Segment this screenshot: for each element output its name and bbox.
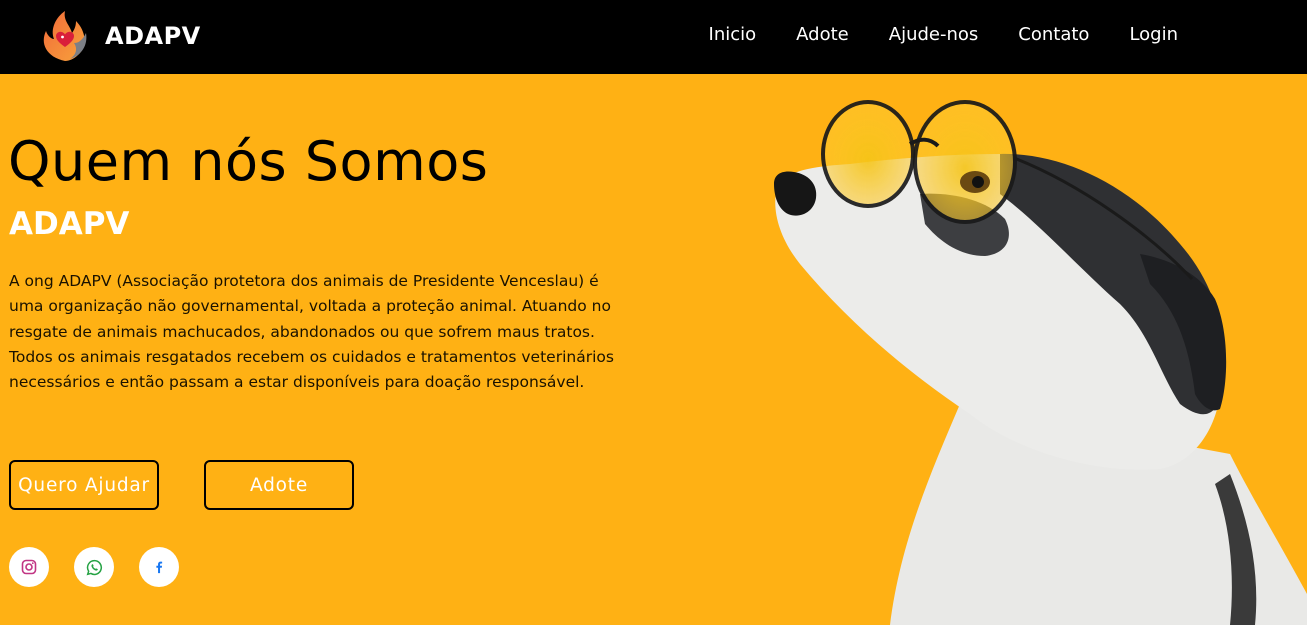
hero-subtitle: ADAPV (9, 206, 130, 242)
main-nav: Inicio Adote Ajude-nos Contato Login (709, 24, 1178, 45)
adote-button[interactable]: Adote (204, 460, 354, 510)
facebook-icon (156, 561, 163, 574)
quero-ajudar-button[interactable]: Quero Ajudar (9, 460, 159, 510)
instagram-icon (21, 559, 37, 575)
adapv-logo-icon[interactable] (38, 9, 92, 65)
whatsapp-link[interactable] (74, 547, 114, 587)
facebook-link[interactable] (139, 547, 179, 587)
navbar: ADAPV Inicio Adote Ajude-nos Contato Log… (0, 0, 1307, 74)
nav-link-login[interactable]: Login (1129, 24, 1178, 45)
dog-with-glasses-image (774, 100, 1307, 625)
brand-name[interactable]: ADAPV (105, 22, 201, 50)
nav-link-inicio[interactable]: Inicio (709, 24, 757, 45)
nav-link-adote[interactable]: Adote (796, 24, 849, 45)
instagram-link[interactable] (9, 547, 49, 587)
hero-description: A ong ADAPV (Associação protetora dos an… (9, 272, 614, 392)
hero-title: Quem nós Somos (8, 130, 489, 193)
nav-link-contato[interactable]: Contato (1018, 24, 1089, 45)
whatsapp-icon (86, 559, 102, 575)
nav-link-ajude-nos[interactable]: Ajude-nos (889, 24, 979, 45)
